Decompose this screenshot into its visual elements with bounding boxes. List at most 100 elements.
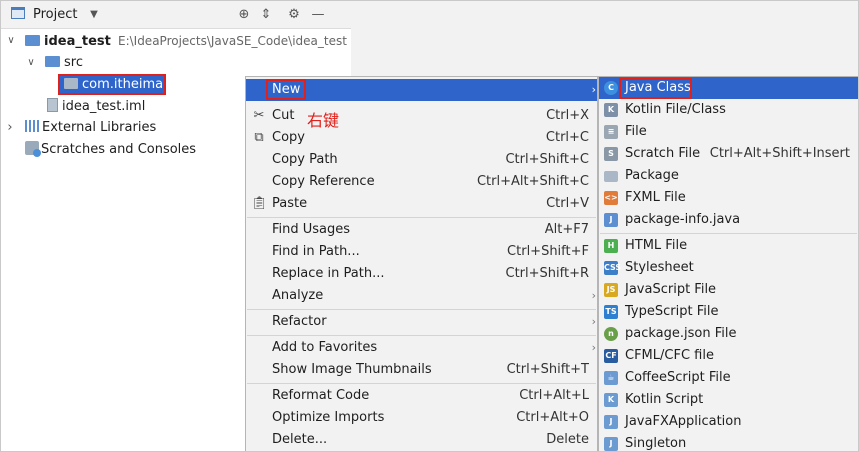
submenu-item-file[interactable]: ≡ File bbox=[599, 121, 858, 143]
new-submenu: C Java Class K Kotlin File/Class ≡ File … bbox=[598, 76, 859, 452]
right-click-annotation: 右键 bbox=[307, 111, 340, 130]
locate-icon[interactable]: ⊕ bbox=[236, 7, 252, 23]
menu-item-paste[interactable]: 📋︎ Paste Ctrl+V bbox=[246, 193, 597, 215]
menu-item-shortcut: Ctrl+C bbox=[545, 130, 589, 145]
menu-item-label: Refactor bbox=[272, 314, 327, 329]
menu-item-label: CFML/CFC file bbox=[625, 348, 714, 363]
context-menu: New › ✂ Cut Ctrl+X ⧉ Copy Ctrl+C Copy Pa… bbox=[245, 76, 598, 452]
submenu-item-singleton[interactable]: J Singleton bbox=[599, 433, 858, 452]
fxml-file-icon: <> bbox=[604, 191, 618, 205]
collapse-all-icon[interactable]: ⇕ bbox=[258, 7, 274, 23]
package-icon bbox=[64, 78, 78, 89]
menu-item-shortcut: Alt+F7 bbox=[544, 222, 589, 237]
menu-item-label: Find Usages bbox=[272, 222, 351, 237]
menu-item-label: Copy Path bbox=[272, 152, 338, 167]
submenu-item-typescript-file[interactable]: TS TypeScript File bbox=[599, 301, 858, 323]
chevron-down-icon[interactable]: ∨ bbox=[5, 30, 17, 52]
menu-item-label: Find in Path... bbox=[272, 244, 360, 259]
submenu-item-java-class[interactable]: C Java Class bbox=[599, 77, 858, 99]
menu-item-shortcut: Ctrl+Alt+Shift+C bbox=[476, 174, 589, 189]
gear-icon[interactable]: ⚙ bbox=[286, 7, 302, 23]
menu-item-label: Optimize Imports bbox=[272, 410, 385, 425]
menu-item-refactor[interactable]: Refactor › bbox=[246, 311, 597, 333]
menu-item-label: Cut bbox=[272, 108, 295, 123]
submenu-item-package-info[interactable]: J package-info.java bbox=[599, 209, 858, 231]
menu-item-shortcut: Ctrl+X bbox=[546, 108, 589, 123]
scratch-file-icon: S bbox=[604, 147, 618, 161]
menu-item-label: Scratch File bbox=[625, 146, 701, 161]
npm-icon: n bbox=[604, 327, 618, 341]
project-view-title[interactable]: Project bbox=[33, 7, 77, 22]
module-folder-icon bbox=[25, 35, 40, 46]
javascript-file-icon: JS bbox=[604, 283, 618, 297]
menu-item-copy[interactable]: ⧉ Copy Ctrl+C bbox=[246, 127, 597, 149]
iml-label: idea_test.iml bbox=[62, 99, 146, 114]
menu-separator bbox=[247, 335, 596, 336]
menu-item-shortcut: Ctrl+Alt+Shift+Insert bbox=[709, 146, 850, 161]
submenu-item-package-json[interactable]: n package.json File bbox=[599, 323, 858, 345]
tree-src-row[interactable]: ∨ src bbox=[1, 52, 351, 74]
submenu-item-kotlin-script[interactable]: K Kotlin Script bbox=[599, 389, 858, 411]
chevron-down-icon[interactable]: ▼ bbox=[86, 7, 102, 23]
menu-item-copy-reference[interactable]: Copy Reference Ctrl+Alt+Shift+C bbox=[246, 171, 597, 193]
chevron-down-icon[interactable]: ∨ bbox=[25, 52, 37, 74]
javafx-file-icon: J bbox=[604, 415, 618, 429]
menu-item-label: File bbox=[625, 124, 647, 139]
menu-item-delete[interactable]: Delete... Delete bbox=[246, 429, 597, 451]
menu-item-find-in-path[interactable]: Find in Path... Ctrl+Shift+F bbox=[246, 241, 597, 263]
file-icon: ≡ bbox=[604, 125, 618, 139]
menu-item-label: TypeScript File bbox=[625, 304, 719, 319]
coffeescript-file-icon: ☕︎ bbox=[604, 371, 618, 385]
submenu-item-coffeescript-file[interactable]: ☕︎ CoffeeScript File bbox=[599, 367, 858, 389]
source-folder-icon bbox=[45, 56, 60, 67]
chevron-right-icon[interactable]: › bbox=[4, 117, 16, 139]
menu-item-find-usages[interactable]: Find Usages Alt+F7 bbox=[246, 219, 597, 241]
src-label: src bbox=[64, 55, 83, 70]
tree-root-row[interactable]: ∨ idea_test E:\IdeaProjects\JavaSE_Code\… bbox=[1, 30, 351, 52]
menu-item-show-image-thumbnails[interactable]: Show Image Thumbnails Ctrl+Shift+T bbox=[246, 359, 597, 381]
typescript-file-icon: TS bbox=[604, 305, 618, 319]
submenu-item-package[interactable]: Package bbox=[599, 165, 858, 187]
minimize-icon[interactable]: — bbox=[310, 7, 326, 23]
menu-item-analyze[interactable]: Analyze › bbox=[246, 285, 597, 307]
menu-separator bbox=[247, 309, 596, 310]
menu-item-shortcut: Ctrl+Shift+R bbox=[505, 266, 590, 281]
menu-item-replace-in-path[interactable]: Replace in Path... Ctrl+Shift+R bbox=[246, 263, 597, 285]
menu-item-label: JavaFXApplication bbox=[625, 414, 742, 429]
menu-item-label: Stylesheet bbox=[625, 260, 694, 275]
menu-item-reformat-code[interactable]: Reformat Code Ctrl+Alt+L bbox=[246, 385, 597, 407]
submenu-item-cfml-file[interactable]: CF CFML/CFC file bbox=[599, 345, 858, 367]
copy-icon: ⧉ bbox=[254, 130, 264, 145]
java-class-icon: C bbox=[604, 81, 618, 95]
menu-separator bbox=[600, 233, 857, 234]
menu-item-shortcut: Ctrl+Alt+O bbox=[516, 410, 589, 425]
chevron-right-icon: › bbox=[591, 289, 596, 302]
scratches-icon bbox=[25, 141, 41, 157]
menu-item-label: FXML File bbox=[625, 190, 686, 205]
menu-item-cut[interactable]: ✂ Cut Ctrl+X bbox=[246, 105, 597, 127]
menu-item-label: Show Image Thumbnails bbox=[272, 362, 432, 377]
menu-item-shortcut: Ctrl+Shift+C bbox=[505, 152, 589, 167]
submenu-item-html-file[interactable]: H HTML File bbox=[599, 235, 858, 257]
menu-item-label: Singleton bbox=[625, 436, 687, 451]
menu-item-label: Java Class bbox=[625, 80, 691, 95]
menu-item-copy-path[interactable]: Copy Path Ctrl+Shift+C bbox=[246, 149, 597, 171]
menu-item-label: JavaScript File bbox=[625, 282, 717, 297]
submenu-item-fxml-file[interactable]: <> FXML File bbox=[599, 187, 858, 209]
submenu-item-scratch-file[interactable]: S Scratch File Ctrl+Alt+Shift+Insert bbox=[599, 143, 858, 165]
menu-item-add-to-favorites[interactable]: Add to Favorites › bbox=[246, 337, 597, 359]
submenu-item-javafx-application[interactable]: J JavaFXApplication bbox=[599, 411, 858, 433]
submenu-item-javascript-file[interactable]: JS JavaScript File bbox=[599, 279, 858, 301]
html-file-icon: H bbox=[604, 239, 618, 253]
menu-item-label: Copy bbox=[272, 130, 305, 145]
menu-item-optimize-imports[interactable]: Optimize Imports Ctrl+Alt+O bbox=[246, 407, 597, 429]
tree-package-row-selected[interactable]: com.itheima bbox=[58, 74, 166, 95]
menu-separator bbox=[247, 383, 596, 384]
menu-item-shortcut: Ctrl+Alt+L bbox=[519, 388, 589, 403]
menu-item-new[interactable]: New › bbox=[246, 79, 597, 101]
submenu-item-kotlin-file[interactable]: K Kotlin File/Class bbox=[599, 99, 858, 121]
submenu-item-stylesheet[interactable]: CSS Stylesheet bbox=[599, 257, 858, 279]
project-path: E:\IdeaProjects\JavaSE_Code\idea_test bbox=[117, 34, 347, 48]
menu-item-label: HTML File bbox=[625, 238, 688, 253]
kotlin-file-icon: K bbox=[604, 103, 618, 117]
